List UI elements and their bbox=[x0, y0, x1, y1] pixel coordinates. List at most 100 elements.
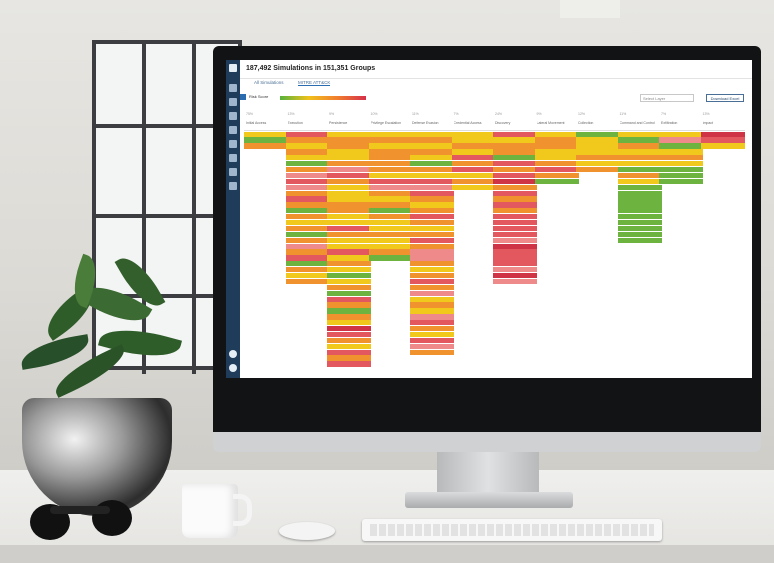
technique-cell[interactable] bbox=[285, 243, 330, 249]
technique-cell[interactable] bbox=[410, 249, 454, 255]
technique-cell[interactable] bbox=[368, 166, 413, 173]
technique-cell[interactable] bbox=[327, 202, 371, 208]
technique-cell[interactable] bbox=[493, 219, 537, 226]
technique-cell[interactable] bbox=[617, 214, 662, 220]
technique-cell[interactable] bbox=[368, 208, 413, 214]
technique-cell[interactable] bbox=[368, 149, 413, 155]
technique-cell[interactable] bbox=[285, 161, 330, 167]
tactic-header[interactable]: 7% Exfiltration bbox=[659, 110, 703, 131]
technique-cell[interactable] bbox=[493, 178, 537, 185]
technique-cell[interactable] bbox=[617, 155, 662, 161]
technique-cell[interactable] bbox=[327, 290, 371, 296]
technique-cell[interactable] bbox=[327, 243, 371, 249]
technique-cell[interactable] bbox=[368, 196, 413, 202]
technique-cell[interactable] bbox=[410, 343, 454, 349]
technique-cell[interactable] bbox=[368, 249, 413, 255]
tactic-header[interactable]: 24% Discovery bbox=[493, 110, 537, 131]
technique-cell[interactable] bbox=[410, 131, 454, 137]
tactic-header[interactable]: 10% Privilege Escalation bbox=[368, 110, 413, 131]
technique-cell[interactable] bbox=[617, 166, 662, 173]
technique-cell[interactable] bbox=[327, 261, 371, 267]
technique-cell[interactable] bbox=[368, 214, 413, 220]
technique-cell[interactable] bbox=[368, 184, 413, 190]
technique-cell[interactable] bbox=[368, 172, 413, 179]
technique-cell[interactable] bbox=[327, 166, 371, 173]
technique-cell[interactable] bbox=[534, 155, 579, 161]
technique-cell[interactable] bbox=[285, 196, 330, 202]
technique-cell[interactable] bbox=[700, 143, 745, 149]
technique-cell[interactable] bbox=[410, 202, 454, 208]
tactic-header[interactable]: 11% Command and Control bbox=[617, 110, 662, 131]
technique-cell[interactable] bbox=[285, 261, 330, 267]
technique-cell[interactable] bbox=[327, 190, 371, 196]
technique-cell[interactable] bbox=[534, 172, 579, 179]
technique-cell[interactable] bbox=[327, 214, 371, 220]
technique-cell[interactable] bbox=[410, 349, 454, 355]
technique-cell[interactable] bbox=[617, 137, 662, 143]
technique-cell[interactable] bbox=[410, 219, 454, 226]
technique-cell[interactable] bbox=[327, 267, 371, 273]
technique-cell[interactable] bbox=[576, 155, 620, 161]
technique-cell[interactable] bbox=[659, 131, 703, 137]
technique-cell[interactable] bbox=[617, 143, 662, 149]
technique-cell[interactable] bbox=[285, 172, 330, 179]
technique-cell[interactable] bbox=[410, 331, 454, 338]
technique-cell[interactable] bbox=[368, 178, 413, 185]
technique-cell[interactable] bbox=[534, 131, 579, 137]
technique-cell[interactable] bbox=[493, 261, 537, 267]
technique-cell[interactable] bbox=[327, 225, 371, 232]
tactic-header[interactable]: 7% Credential Access bbox=[451, 110, 496, 131]
technique-cell[interactable] bbox=[410, 267, 454, 273]
technique-cell[interactable] bbox=[534, 178, 579, 185]
technique-cell[interactable] bbox=[327, 219, 371, 226]
technique-cell[interactable] bbox=[493, 131, 537, 137]
technique-cell[interactable] bbox=[327, 302, 371, 308]
technique-cell[interactable] bbox=[576, 166, 620, 173]
technique-cell[interactable] bbox=[493, 137, 537, 143]
technique-cell[interactable] bbox=[493, 249, 537, 255]
technique-cell[interactable] bbox=[410, 237, 454, 243]
technique-cell[interactable] bbox=[617, 225, 662, 232]
technique-cell[interactable] bbox=[327, 331, 371, 338]
technique-cell[interactable] bbox=[410, 178, 454, 185]
technique-cell[interactable] bbox=[410, 161, 454, 167]
technique-cell[interactable] bbox=[327, 196, 371, 202]
technique-cell[interactable] bbox=[534, 143, 579, 149]
technique-cell[interactable] bbox=[285, 137, 330, 143]
technique-cell[interactable] bbox=[493, 172, 537, 179]
technique-cell[interactable] bbox=[451, 184, 496, 190]
technique-cell[interactable] bbox=[534, 149, 579, 155]
technique-cell[interactable] bbox=[493, 267, 537, 273]
technique-cell[interactable] bbox=[327, 184, 371, 190]
technique-cell[interactable] bbox=[327, 161, 371, 167]
technique-cell[interactable] bbox=[659, 178, 703, 185]
technique-cell[interactable] bbox=[327, 314, 371, 320]
dashboard-icon[interactable] bbox=[229, 98, 237, 106]
technique-cell[interactable] bbox=[493, 231, 537, 238]
technique-cell[interactable] bbox=[410, 143, 454, 149]
technique-cell[interactable] bbox=[368, 131, 413, 137]
technique-cell[interactable] bbox=[493, 214, 537, 220]
layer-select[interactable]: Select Layer bbox=[640, 94, 694, 102]
technique-cell[interactable] bbox=[451, 155, 496, 161]
search-icon[interactable] bbox=[229, 182, 237, 190]
target-icon[interactable] bbox=[229, 154, 237, 162]
tab-mitre-attack[interactable]: MITRE ATT&CK bbox=[298, 80, 331, 86]
technique-cell[interactable] bbox=[493, 208, 537, 214]
technique-cell[interactable] bbox=[410, 166, 454, 173]
technique-cell[interactable] bbox=[451, 137, 496, 143]
technique-cell[interactable] bbox=[368, 161, 413, 167]
technique-cell[interactable] bbox=[285, 272, 330, 279]
technique-cell[interactable] bbox=[368, 202, 413, 208]
technique-cell[interactable] bbox=[285, 208, 330, 214]
risk-score-toggle[interactable] bbox=[240, 94, 246, 100]
technique-cell[interactable] bbox=[327, 343, 371, 349]
technique-cell[interactable] bbox=[617, 178, 662, 185]
technique-cell[interactable] bbox=[534, 161, 579, 167]
technique-cell[interactable] bbox=[410, 290, 454, 296]
technique-cell[interactable] bbox=[617, 196, 662, 202]
technique-cell[interactable] bbox=[285, 149, 330, 155]
technique-cell[interactable] bbox=[410, 172, 454, 179]
technique-cell[interactable] bbox=[327, 278, 371, 285]
technique-cell[interactable] bbox=[451, 149, 496, 155]
